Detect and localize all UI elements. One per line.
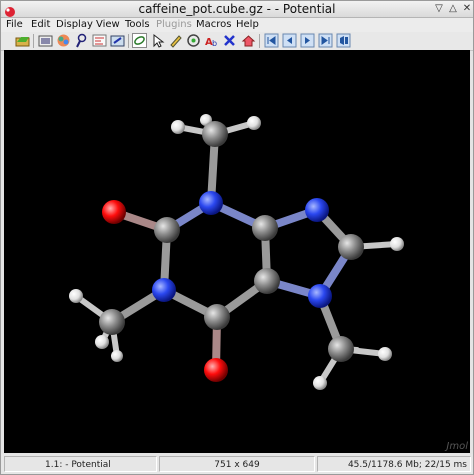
app-window: caffeine_pot.cube.gz - - Potential ▽ △ ✕…: [0, 0, 474, 475]
draw-icon[interactable]: [168, 33, 183, 48]
menu-macros[interactable]: Macros: [196, 18, 231, 32]
nitrogen-atom[interactable]: [199, 191, 223, 215]
svg-text:b: b: [212, 39, 217, 48]
menu-file[interactable]: File: [6, 18, 23, 32]
play-icon[interactable]: [336, 33, 351, 48]
molecule-viewer[interactable]: Jmol: [4, 50, 470, 453]
toolbar-separator: [259, 34, 260, 48]
toolbar: Ab: [1, 32, 473, 51]
home-icon[interactable]: [241, 33, 256, 48]
display-icon[interactable]: [56, 33, 71, 48]
maximize-icon[interactable]: △: [446, 2, 460, 16]
status-size: 751 x 649: [159, 456, 315, 472]
hydrogen-atom[interactable]: [111, 350, 123, 362]
hydrogen-atom[interactable]: [378, 347, 392, 361]
close-icon[interactable]: ✕: [460, 2, 474, 16]
screenshot-icon[interactable]: [38, 33, 53, 48]
status-bar: 1.1: - Potential 751 x 649 45.5/1178.6 M…: [1, 454, 473, 474]
carbon-atom[interactable]: [252, 215, 278, 241]
next-frame-icon[interactable]: [300, 33, 315, 48]
first-frame-icon[interactable]: [264, 33, 279, 48]
status-memory: 45.5/1178.6 Mb; 22/15 ms: [317, 456, 471, 472]
rotate-icon[interactable]: [132, 33, 147, 48]
preferences-icon[interactable]: [92, 33, 107, 48]
molecule-canvas[interactable]: [4, 50, 470, 453]
menu-display[interactable]: Display: [56, 18, 93, 32]
menu-edit[interactable]: Edit: [31, 18, 50, 32]
label-icon[interactable]: Ab: [204, 33, 219, 48]
toolbar-separator: [128, 34, 129, 48]
carbon-atom[interactable]: [202, 121, 228, 147]
toolbar-separator: [33, 34, 34, 48]
menu-help[interactable]: Help: [236, 18, 259, 32]
last-frame-icon[interactable]: [318, 33, 333, 48]
title-bar[interactable]: caffeine_pot.cube.gz - - Potential ▽ △ ✕: [1, 1, 473, 18]
carbon-atom[interactable]: [99, 309, 125, 335]
menu-tools[interactable]: Tools: [125, 18, 150, 32]
hydrogen-atom[interactable]: [313, 376, 327, 390]
measure-icon[interactable]: [186, 33, 201, 48]
status-model: 1.1: - Potential: [4, 456, 157, 472]
nitrogen-atom[interactable]: [152, 278, 176, 302]
hydrogen-atom[interactable]: [95, 335, 109, 349]
prev-frame-icon[interactable]: [282, 33, 297, 48]
oxygen-atom[interactable]: [204, 358, 228, 382]
menu-view[interactable]: View: [96, 18, 120, 32]
export-icon[interactable]: [110, 33, 125, 48]
oxygen-atom[interactable]: [102, 200, 126, 224]
window-title: caffeine_pot.cube.gz - - Potential: [138, 2, 336, 16]
open-icon[interactable]: [15, 33, 30, 48]
pick-icon[interactable]: [74, 33, 89, 48]
hydrogen-atom[interactable]: [171, 120, 185, 134]
carbon-atom[interactable]: [328, 336, 354, 362]
carbon-atom[interactable]: [154, 217, 180, 243]
nitrogen-atom[interactable]: [308, 284, 332, 308]
hydrogen-atom[interactable]: [247, 116, 261, 130]
carbon-atom[interactable]: [338, 234, 364, 260]
hydrogen-atom[interactable]: [390, 237, 404, 251]
carbon-atom[interactable]: [254, 268, 280, 294]
carbon-atom[interactable]: [204, 304, 230, 330]
jmol-watermark: Jmol: [446, 441, 468, 452]
menu-plugins[interactable]: Plugins: [156, 18, 192, 32]
minimize-icon[interactable]: ▽: [432, 2, 446, 16]
select-icon[interactable]: [150, 33, 165, 48]
delete-icon[interactable]: [222, 33, 237, 48]
hydrogen-atom[interactable]: [69, 289, 83, 303]
menu-bar: File Edit Display View Tools Plugins Mac…: [1, 18, 473, 32]
nitrogen-atom[interactable]: [305, 198, 329, 222]
